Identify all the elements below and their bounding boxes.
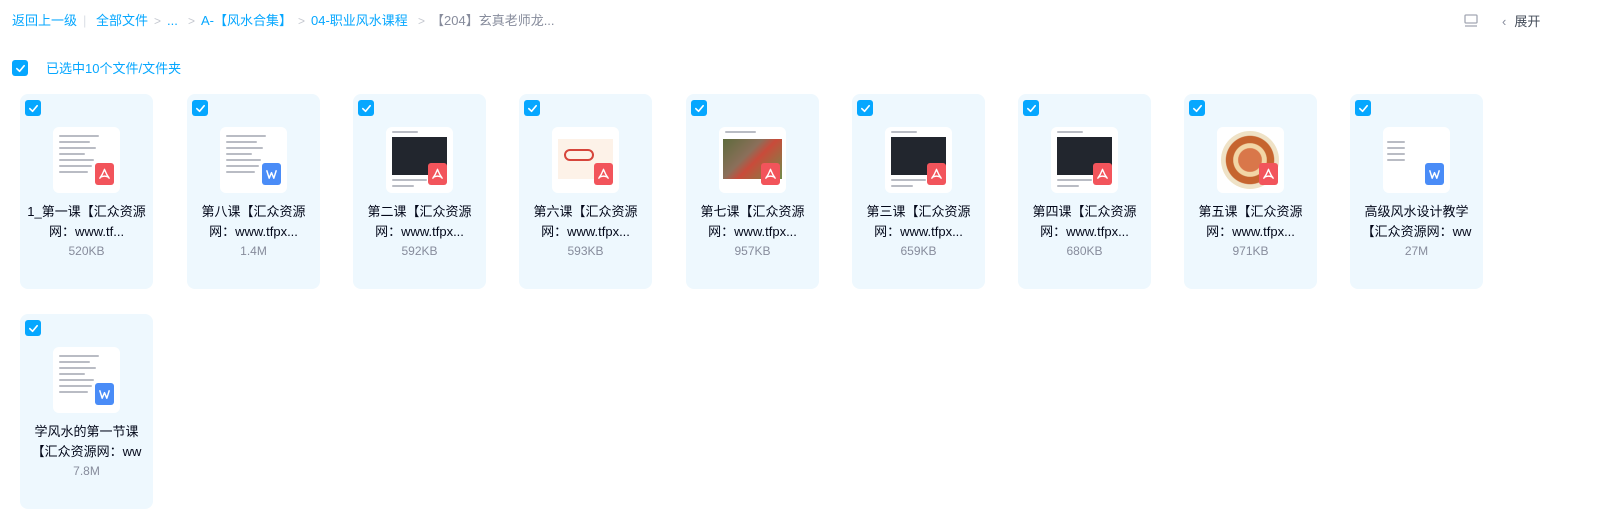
back-link[interactable]: 返回上一级 <box>12 13 77 29</box>
breadcrumb-separator: > <box>188 14 196 28</box>
breadcrumb-separator: > <box>418 14 426 28</box>
breadcrumb-current: 【204】玄真老师龙... <box>431 13 555 28</box>
file-card[interactable]: 学风水的第一节课【汇众资源网：ww 7.8M <box>20 314 153 509</box>
file-card[interactable]: 高级风水设计教学【汇众资源网：ww 27M <box>1350 94 1483 289</box>
file-thumbnail <box>1051 127 1118 193</box>
pdf-file-icon <box>594 163 613 185</box>
file-card[interactable]: 第五课【汇众资源网：www.tfpx... 971KB <box>1184 94 1317 289</box>
file-name: 1_第一课【汇众资源网：www.tf... <box>27 204 146 239</box>
file-card[interactable]: 第三课【汇众资源网：www.tfpx... 659KB <box>852 94 985 289</box>
file-name: 第五课【汇众资源网：www.tfpx... <box>1198 204 1303 239</box>
file-name: 第四课【汇众资源网：www.tfpx... <box>1032 204 1137 239</box>
file-checkbox[interactable] <box>192 100 208 116</box>
file-thumbnail <box>885 127 952 193</box>
breadcrumb: 返回上一级 | 全部文件 > ... > A-【风水合集】 > 04-职业风水课… <box>0 0 1604 44</box>
file-name: 学风水的第一节课【汇众资源网：ww <box>31 424 142 459</box>
file-card[interactable]: 1_第一课【汇众资源网：www.tf... 520KB <box>20 94 153 289</box>
pdf-file-icon <box>428 163 447 185</box>
file-size: 592KB <box>401 244 438 258</box>
file-size: 520KB <box>68 244 105 258</box>
file-size: 957KB <box>734 244 771 258</box>
pdf-file-icon <box>927 163 946 185</box>
file-card[interactable]: 第四课【汇众资源网：www.tfpx... 680KB <box>1018 94 1151 289</box>
list-view-icon[interactable] <box>1462 13 1480 29</box>
file-name: 高级风水设计教学【汇众资源网：ww <box>1361 204 1472 239</box>
expand-button[interactable]: ‹ 展开 <box>1502 11 1540 30</box>
file-thumbnail <box>552 127 619 193</box>
file-checkbox[interactable] <box>25 100 41 116</box>
selection-count: 已选中10个文件/文件夹 <box>46 61 182 76</box>
file-checkbox[interactable] <box>857 100 873 116</box>
pdf-file-icon <box>1093 163 1112 185</box>
file-checkbox[interactable] <box>1023 100 1039 116</box>
breadcrumb-separator: > <box>154 14 162 28</box>
file-thumbnail <box>53 347 120 413</box>
breadcrumb-ellipsis[interactable]: ... <box>167 13 178 29</box>
file-thumbnail <box>386 127 453 193</box>
file-card[interactable]: 第六课【汇众资源网：www.tfpx... 593KB <box>519 94 652 289</box>
word-file-icon <box>262 163 281 185</box>
file-checkbox[interactable] <box>1355 100 1371 116</box>
pdf-file-icon <box>95 163 114 185</box>
file-name: 第三课【汇众资源网：www.tfpx... <box>866 204 971 239</box>
file-card[interactable]: 第七课【汇众资源网：www.tfpx... 957KB <box>686 94 819 289</box>
file-thumbnail <box>719 127 786 193</box>
file-checkbox[interactable] <box>524 100 540 116</box>
select-all-checkbox[interactable] <box>12 60 28 76</box>
breadcrumb-career-course[interactable]: 04-职业风水课程 <box>311 13 408 29</box>
file-checkbox[interactable] <box>691 100 707 116</box>
file-name: 第二课【汇众资源网：www.tfpx... <box>367 204 472 239</box>
file-name: 第六课【汇众资源网：www.tfpx... <box>533 204 638 239</box>
word-file-icon <box>95 383 114 405</box>
file-checkbox[interactable] <box>25 320 41 336</box>
file-size: 1.4M <box>240 244 267 258</box>
file-card[interactable]: 第二课【汇众资源网：www.tfpx... 592KB <box>353 94 486 289</box>
expand-label: 展开 <box>1514 14 1541 29</box>
file-size: 971KB <box>1232 244 1269 258</box>
file-thumbnail <box>220 127 287 193</box>
file-thumbnail <box>53 127 120 193</box>
file-name: 第七课【汇众资源网：www.tfpx... <box>700 204 805 239</box>
file-thumbnail <box>1217 127 1284 193</box>
file-size: 7.8M <box>73 464 100 478</box>
file-size: 27M <box>1404 244 1429 258</box>
file-checkbox[interactable] <box>358 100 374 116</box>
file-checkbox[interactable] <box>1189 100 1205 116</box>
word-file-icon <box>1425 163 1444 185</box>
file-size: 680KB <box>1066 244 1103 258</box>
breadcrumb-fengshui-collection[interactable]: A-【风水合集】 <box>201 13 292 29</box>
breadcrumb-separator: > <box>298 14 306 28</box>
pdf-file-icon <box>1259 163 1278 185</box>
file-name: 第八课【汇众资源网：www.tfpx... <box>201 204 306 239</box>
chevron-left-icon: ‹ <box>1502 14 1507 29</box>
file-size: 593KB <box>567 244 604 258</box>
file-card[interactable]: 第八课【汇众资源网：www.tfpx... 1.4M <box>187 94 320 289</box>
breadcrumb-divider: | <box>83 13 87 28</box>
file-size: 659KB <box>900 244 937 258</box>
breadcrumb-all-files[interactable]: 全部文件 <box>96 13 148 29</box>
pdf-file-icon <box>761 163 780 185</box>
file-thumbnail <box>1383 127 1450 193</box>
